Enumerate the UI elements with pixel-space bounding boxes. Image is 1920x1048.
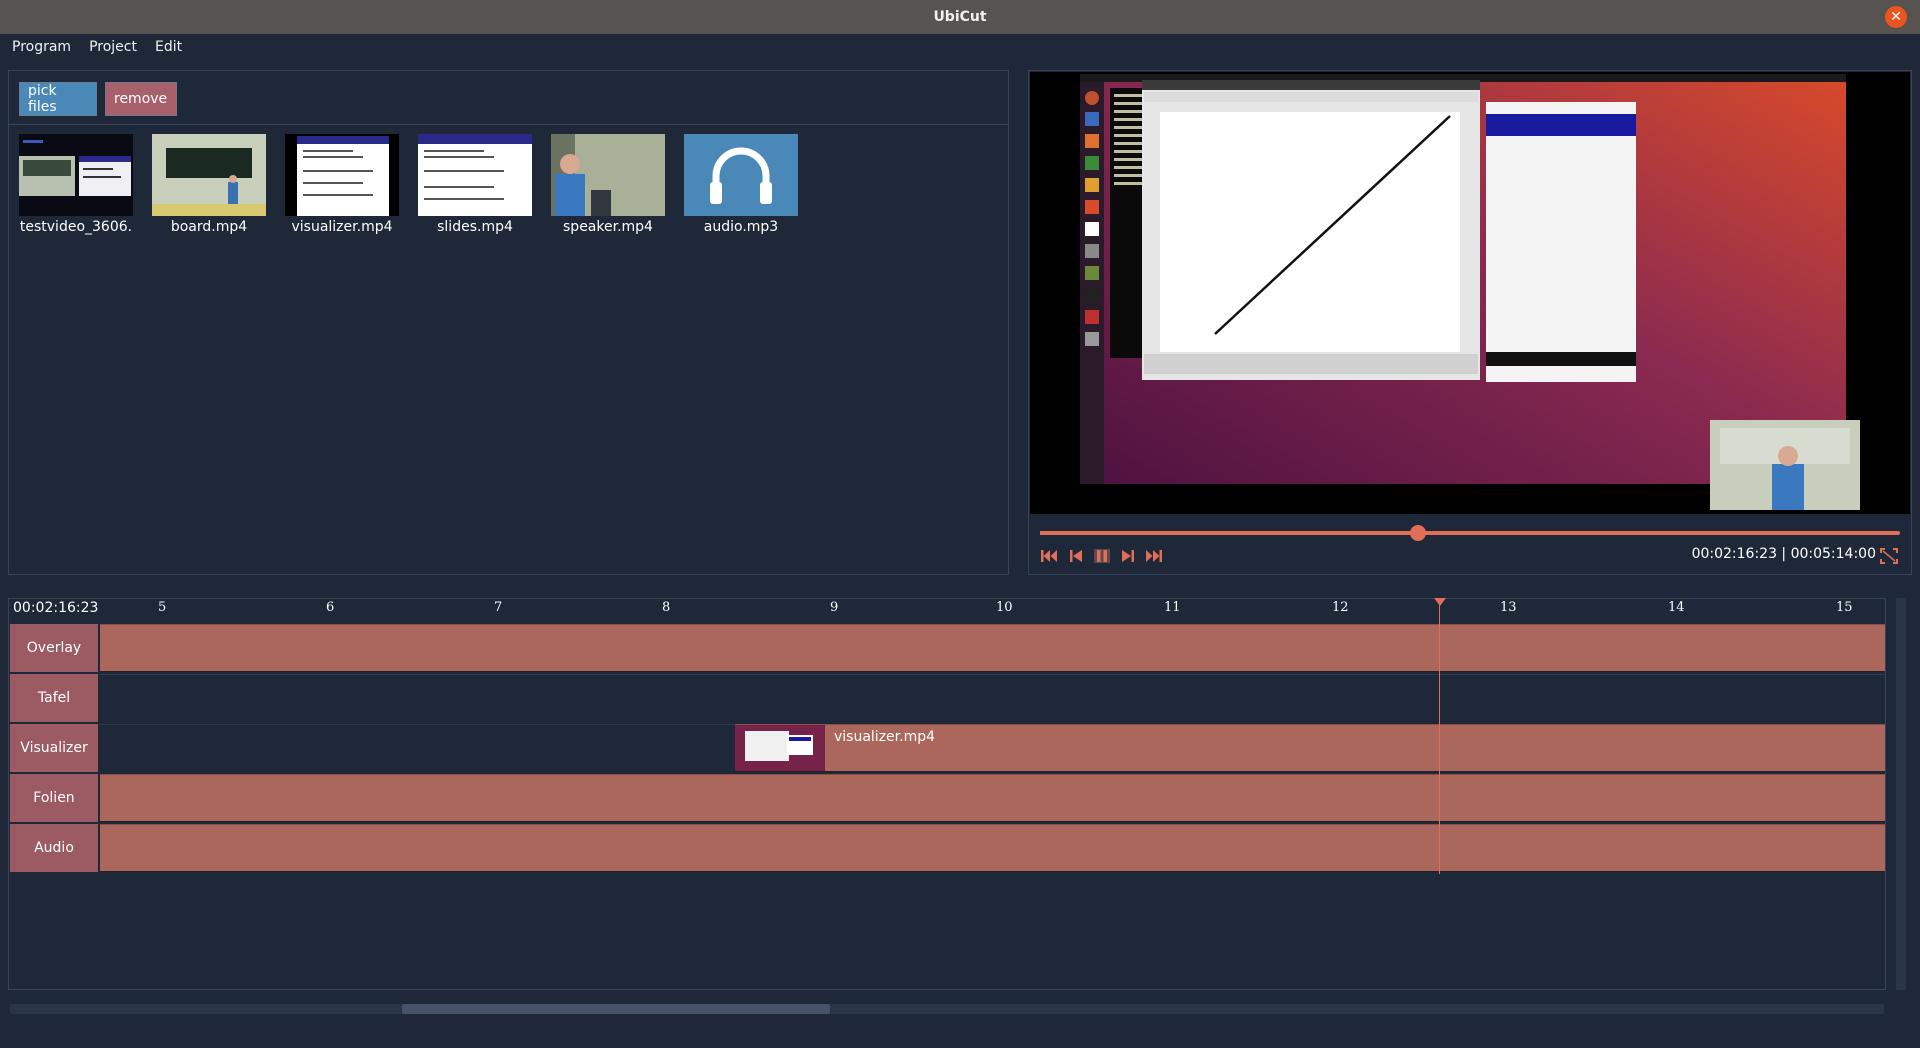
menu-edit[interactable]: Edit: [143, 39, 188, 55]
timeline-tick: 10: [996, 600, 1013, 615]
fullscreen-icon[interactable]: [1880, 548, 1898, 564]
track-tafel: [100, 674, 1885, 723]
video-thumbnail: [285, 134, 399, 216]
timeline-tick: 7: [494, 600, 503, 615]
speaker-thumbnail-image: [551, 134, 665, 216]
previous-frame-icon[interactable]: [1067, 548, 1085, 564]
testvideo-thumbnail-image: [19, 134, 133, 216]
media-item-label: board.mp4: [170, 219, 248, 235]
timeline-tick: 14: [1668, 600, 1685, 615]
video-thumbnail: [152, 134, 266, 216]
skip-to-end-icon[interactable]: [1145, 548, 1163, 564]
clip-label: visualizer.mp4: [834, 729, 936, 745]
clip-folien[interactable]: [100, 774, 1885, 822]
remove-button[interactable]: remove: [105, 82, 177, 116]
media-item-audio[interactable]: audio.mp3: [683, 134, 799, 235]
headphones-icon-graphic: [710, 147, 772, 204]
window-title: UbiCut: [933, 9, 987, 25]
media-item-testvideo[interactable]: testvideo_3606.: [18, 134, 134, 235]
timeline-tick: 12: [1332, 600, 1349, 615]
menu-program[interactable]: Program: [0, 39, 77, 55]
skip-to-start-icon[interactable]: [1040, 548, 1058, 564]
playback-slider[interactable]: [1040, 525, 1900, 541]
media-item-board[interactable]: board.mp4: [151, 134, 267, 235]
playhead-marker[interactable]: [1434, 598, 1446, 606]
timeline-timecode: 00:02:16:23: [13, 600, 99, 616]
time-display: 00:02:16:23 | 00:05:14:00: [1691, 546, 1876, 562]
menu-bar: Program Project Edit: [0, 34, 1920, 60]
media-item-label: speaker.mp4: [563, 219, 653, 235]
playback-progress: [1040, 531, 1419, 535]
media-item-speaker[interactable]: speaker.mp4: [550, 134, 666, 235]
pause-icon[interactable]: [1093, 548, 1111, 564]
media-item-label: visualizer.mp4: [291, 219, 393, 235]
video-thumbnail: [551, 134, 665, 216]
clip-thumbnail: [735, 725, 825, 771]
headphones-icon: [684, 134, 798, 216]
menu-project[interactable]: Project: [77, 39, 143, 55]
pick-files-button[interactable]: pick files: [19, 82, 97, 116]
timeline-tick: 8: [662, 600, 671, 615]
track-label-tafel[interactable]: Tafel: [10, 674, 98, 722]
media-item-visualizer[interactable]: visualizer.mp4: [284, 134, 400, 235]
title-bar: UbiCut ✕: [0, 0, 1920, 34]
track-label-folien[interactable]: Folien: [10, 774, 98, 822]
video-thumbnail: [19, 134, 133, 216]
media-item-slides[interactable]: slides.mp4: [417, 134, 533, 235]
timeline-tick: 11: [1164, 600, 1181, 615]
video-frame: [1030, 72, 1910, 514]
close-button[interactable]: ✕: [1885, 6, 1907, 28]
timeline-horizontal-scrollbar[interactable]: [10, 1004, 1884, 1014]
clip-overlay[interactable]: [100, 624, 1885, 672]
media-divider: [8, 124, 1009, 125]
visualizer-thumbnail-image: [285, 134, 399, 216]
timeline-tick: 13: [1500, 600, 1517, 615]
clip-audio[interactable]: [100, 824, 1885, 872]
timeline-tick: 9: [830, 600, 839, 615]
track-label-audio[interactable]: Audio: [10, 824, 98, 872]
clip-visualizer[interactable]: visualizer.mp4: [735, 724, 1885, 772]
timeline-tick: 15: [1836, 600, 1853, 615]
media-item-label: slides.mp4: [437, 219, 513, 235]
scrollbar-thumb[interactable]: [402, 1004, 830, 1014]
slides-thumbnail-image: [418, 134, 532, 216]
board-thumbnail-image: [152, 134, 266, 216]
video-thumbnail: [418, 134, 532, 216]
track-label-overlay[interactable]: Overlay: [10, 624, 98, 672]
timeline-vertical-scrollbar[interactable]: [1896, 598, 1906, 990]
close-icon: ✕: [1890, 9, 1902, 25]
media-item-label: testvideo_3606.: [19, 219, 133, 235]
media-item-label: audio.mp3: [703, 219, 779, 235]
track-label-visualizer[interactable]: Visualizer: [10, 724, 98, 772]
video-preview[interactable]: [1030, 72, 1910, 514]
next-frame-icon[interactable]: [1119, 548, 1137, 564]
playhead[interactable]: [1439, 598, 1440, 874]
timeline-tick: 5: [158, 600, 167, 615]
timeline-tick: 6: [326, 600, 335, 615]
